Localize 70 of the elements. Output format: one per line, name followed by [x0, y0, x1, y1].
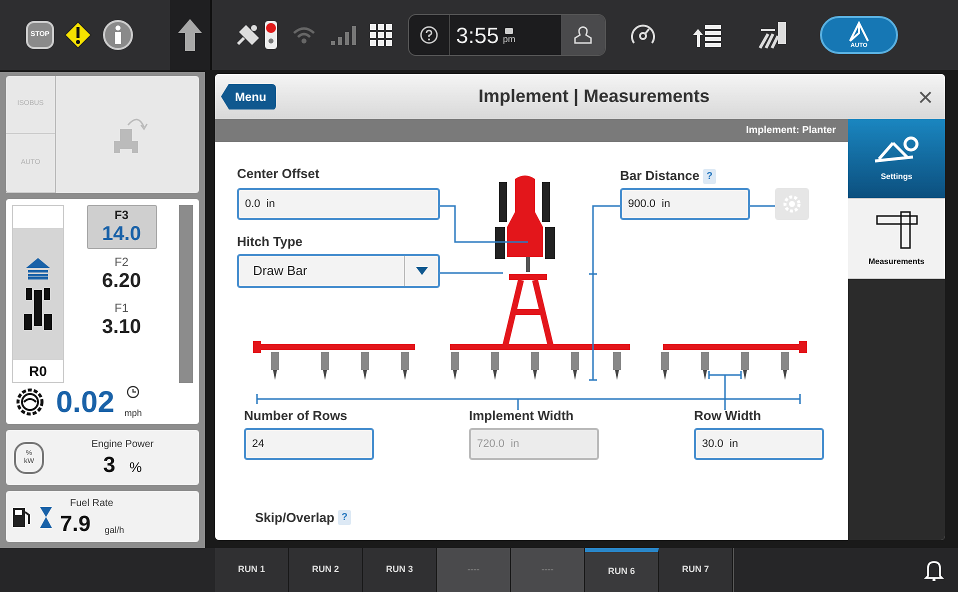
time-meridiem: pm	[502, 34, 516, 44]
gear-item[interactable]: F1 3.10	[86, 298, 156, 341]
gear-name: F2	[114, 254, 128, 269]
run-tab[interactable]: RUN 3	[363, 548, 437, 592]
wifi-icon	[292, 25, 316, 45]
engine-gear-icon	[14, 386, 46, 418]
fuel-rate-label: Fuel Rate	[69, 497, 114, 512]
help-icon	[419, 25, 439, 45]
clock-time: 3:55	[456, 22, 499, 50]
center-offset-field[interactable]: 0.0 in	[237, 188, 440, 220]
gear-speed: 3.10	[102, 314, 141, 339]
field-label: Skip/Overlap	[255, 509, 334, 527]
run-tab[interactable]: RUN 6	[585, 548, 659, 592]
traffic-light-icon	[264, 20, 278, 50]
field-label: Number of Rows	[244, 407, 348, 425]
run-tab[interactable]: RUN 1	[215, 548, 289, 592]
window-title: Implement | Measurements	[478, 85, 711, 108]
help-icon[interactable]: ?	[338, 510, 351, 526]
help-icon[interactable]: ?	[703, 168, 716, 184]
gear-speed: 14.0	[102, 222, 141, 246]
gear-name: F1	[114, 300, 128, 315]
run-tab[interactable]: RUN 7	[659, 548, 733, 592]
fuel-rate-unit: gal/h	[104, 524, 124, 537]
leader-line	[438, 272, 503, 274]
side-nav-tab[interactable]: Settings	[848, 119, 945, 199]
settings-button[interactable]	[775, 188, 809, 220]
tractor-icon	[24, 286, 52, 330]
gear-speed: 6.20	[102, 268, 141, 293]
satellite-icon	[236, 22, 262, 48]
measurement-field[interactable]: 30.0 in	[694, 428, 824, 460]
field-label: Hitch Type	[237, 233, 304, 251]
gear-item[interactable]: F2 6.20	[86, 252, 156, 295]
field-label: Center Offset	[237, 165, 320, 183]
bar-distance-field[interactable]: 900.0 in	[620, 188, 750, 220]
speed-unit: mph	[124, 406, 142, 420]
engine-power-value: 3	[103, 452, 116, 478]
fuel-rate-value: 7.9	[60, 511, 91, 538]
warning-icon	[64, 21, 92, 49]
arrow-list-icon	[692, 23, 722, 47]
hourglass-icon	[38, 506, 54, 528]
field-label: Implement Width	[469, 407, 575, 425]
grid-menu-icon	[370, 24, 392, 46]
up-arrow-icon	[177, 18, 203, 52]
planter-settings-icon	[872, 134, 920, 164]
reverse-gear: R0	[28, 362, 48, 381]
measurement-field[interactable]: 24	[244, 428, 374, 460]
menu-button[interactable]: Menu	[221, 84, 276, 110]
gear-item[interactable]: F3 14.0	[86, 204, 156, 249]
forward-arrow-icon	[26, 258, 50, 280]
field-label: Row Width	[694, 407, 762, 425]
hitch-type-dropdown[interactable]: Draw Bar	[237, 254, 440, 288]
run-tab[interactable]: RUN 2	[289, 548, 363, 592]
user-icon	[573, 25, 593, 45]
implement-name: Implement: Planter	[746, 124, 836, 138]
engine-power-unit: %	[129, 458, 142, 478]
side-nav-tab[interactable]: Measurements	[848, 199, 945, 279]
clock-icon	[126, 384, 140, 399]
info-icon	[102, 19, 134, 51]
leader-line	[750, 205, 775, 207]
signal-bars-icon	[330, 24, 356, 46]
dropdown-caret-icon	[416, 267, 428, 275]
fuel-pump-icon	[12, 506, 32, 528]
notification-bell-icon	[924, 559, 944, 581]
field-label: Bar Distance	[620, 167, 700, 186]
close-button[interactable]: ×	[912, 84, 939, 110]
ruler-icon	[874, 210, 918, 250]
gear-name: F3	[114, 208, 128, 222]
settings-icon	[782, 194, 802, 214]
engine-power-label: Engine Power	[91, 438, 154, 452]
ground-speed: 0.02	[56, 386, 114, 420]
